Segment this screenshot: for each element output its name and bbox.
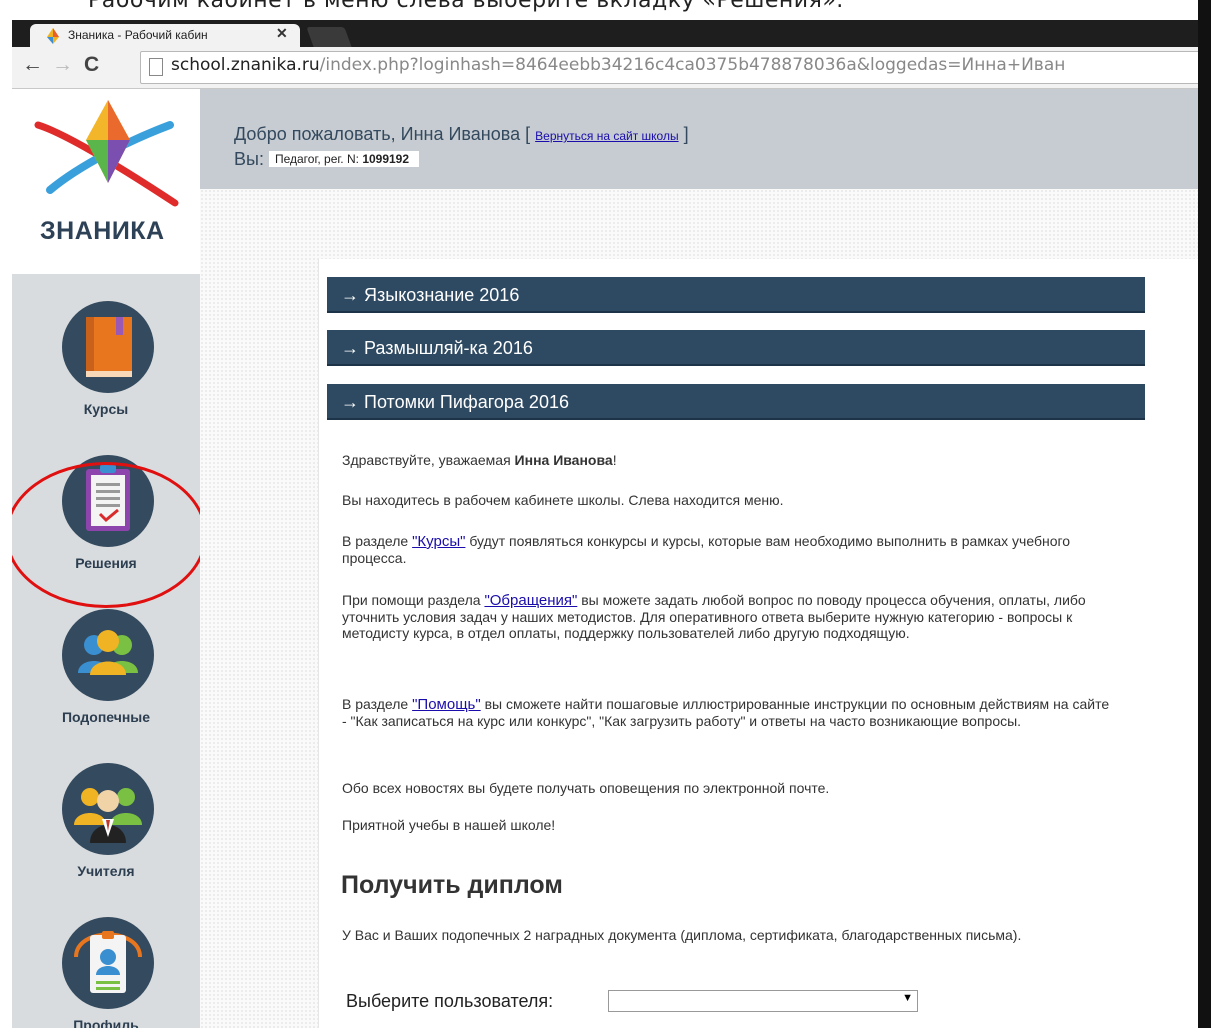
url-path: /index.php?loginhash=8464eebb34216c4ca03… (319, 55, 1066, 75)
highlight-circle (12, 462, 207, 608)
site-header: Добро пожаловать, Инна Иванова [ Вернуть… (200, 89, 1211, 189)
browser-window: Знаника - Рабочий кабин ✕ ← → C school.z… (12, 20, 1211, 1028)
course-bar-pythagoras[interactable]: → Потомки Пифагора 2016 (327, 384, 1145, 420)
reg-number: 1099192 (362, 152, 410, 166)
courses-link[interactable]: "Курсы" (412, 533, 465, 550)
news-text: Обо всех новостях вы будете получать опо… (342, 780, 830, 796)
browser-tab[interactable]: Знаника - Рабочий кабин ✕ (30, 24, 300, 47)
sidebar-item-profile[interactable]: Профиль (12, 917, 200, 1028)
profile-badge-icon (74, 931, 142, 993)
appeals-link[interactable]: "Обращения" (484, 592, 577, 609)
sidebar-item-teachers[interactable]: Учителя (12, 763, 200, 913)
users-group-icon (78, 630, 138, 675)
sidebar-item-courses[interactable]: Курсы (12, 301, 200, 451)
role-value: Педагог, рег. N: (274, 152, 363, 166)
logo-text: ЗНАНИКА (40, 217, 165, 245)
book-icon (86, 317, 132, 377)
profile-circle (62, 917, 154, 1009)
role-label: Вы: (234, 149, 264, 169)
url-text: school.znanika.ru/index.php?loginhash=84… (171, 55, 1065, 75)
wards-circle (62, 609, 154, 701)
help-link[interactable]: "Помощь" (412, 696, 481, 713)
diploma-title: Получить диплом (341, 871, 563, 899)
forward-arrow-icon[interactable]: → (52, 53, 73, 77)
appeals-paragraph: При помощи раздела "Обращения" вы можете… (342, 592, 1086, 641)
address-bar[interactable]: school.znanika.ru/index.php?loginhash=84… (140, 51, 1211, 84)
teachers-icon (74, 788, 142, 843)
sidebar-item-label: Профиль (73, 1017, 139, 1028)
back-arrow-icon[interactable]: ← (22, 53, 43, 77)
intro-text: Вы находитесь в рабочем кабинете школы. … (342, 492, 784, 508)
role-line: Вы: Педагог, рег. N: 1099192 (234, 149, 420, 170)
sidebar-item-label: Учителя (77, 863, 135, 879)
courses-circle (62, 301, 154, 393)
sidebar-item-label: Подопечные (61, 709, 151, 725)
browser-toolbar: ← → C school.znanika.ru/index.php?loginh… (12, 47, 1211, 89)
select-user-label: Выберите пользователя: (346, 991, 554, 1011)
course-bar-linguistics[interactable]: → Языкознание 2016 (327, 277, 1145, 313)
user-select[interactable]: ▼ (608, 990, 918, 1012)
role-badge: Педагог, рег. N: 1099192 (268, 151, 420, 167)
user-name: Инна Иванова (514, 452, 613, 468)
closing-text: Приятной учебы в нашей школе! (342, 817, 556, 833)
courses-paragraph: В разделе "Курсы" будут появляться конку… (342, 533, 1071, 566)
url-host: school.znanika.ru (171, 55, 320, 75)
site-page: ЗНАНИКА Курсы Решения Подопечные Учителя… (12, 89, 1211, 1028)
diploma-text: У Вас и Ваших подопечных 2 наградных док… (342, 927, 1022, 943)
greeting: Здравствуйте, уважаемая Инна Иванова! (342, 452, 617, 468)
close-tab-icon[interactable]: ✕ (276, 25, 288, 42)
tab-strip: Знаника - Рабочий кабин ✕ (12, 20, 1211, 47)
right-edge-strip (1198, 0, 1211, 1028)
chevron-down-icon: ▼ (902, 992, 913, 1004)
page-icon (149, 58, 163, 76)
instruction-caption: Рабочим кабинет в меню слева выберите вк… (0, 0, 1211, 20)
welcome-text: Добро пожаловать, Инна Иванова (234, 124, 521, 144)
welcome-message: Добро пожаловать, Инна Иванова [ Вернуть… (234, 124, 689, 144)
logo-area[interactable]: ЗНАНИКА (12, 89, 200, 274)
help-paragraph: В разделе "Помощь" вы сможете найти поша… (342, 696, 1110, 729)
content-panel (318, 259, 1211, 1028)
znanika-favicon-icon (47, 28, 59, 44)
sidebar-item-label: Курсы (83, 401, 129, 417)
main-content: → Языкознание 2016 → Размышляй-ка 2016 →… (200, 189, 1211, 1028)
znanika-logo-icon (34, 100, 179, 207)
teachers-circle (62, 763, 154, 855)
back-to-site-link[interactable]: Вернуться на сайт школы (535, 129, 678, 143)
course-bar-razmyshlyaika[interactable]: → Размышляй-ка 2016 (327, 330, 1145, 366)
tab-title: Знаника - Рабочий кабин (68, 28, 208, 42)
sidebar: ЗНАНИКА Курсы Решения Подопечные Учителя… (12, 89, 207, 1028)
caption-text: Рабочим кабинет в меню слева выберите вк… (88, 0, 844, 13)
sidebar-item-wards[interactable]: Подопечные (12, 609, 200, 759)
new-tab-button[interactable] (306, 27, 352, 47)
reload-icon[interactable]: C (84, 53, 99, 77)
